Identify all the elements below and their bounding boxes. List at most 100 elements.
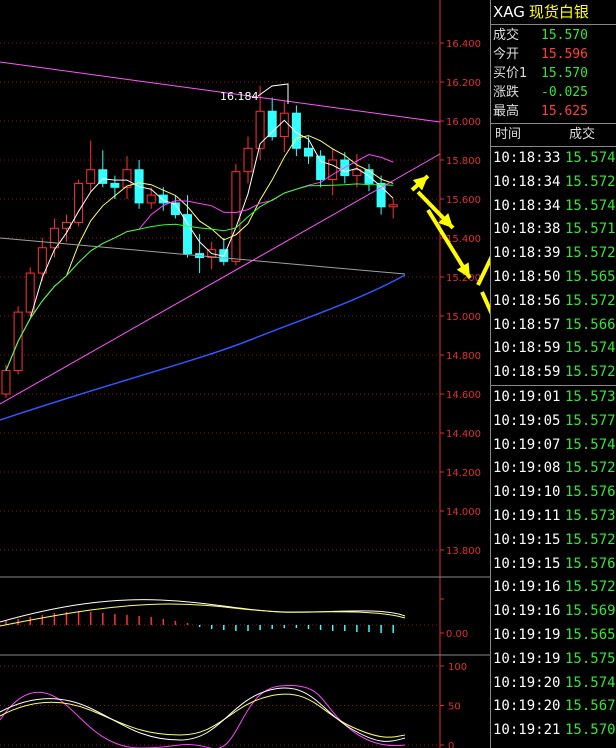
stat-label: 最高	[493, 104, 520, 119]
candle-body	[267, 110, 277, 138]
candle-body	[279, 112, 289, 138]
stat-value: 15.570	[541, 28, 588, 43]
tick-row: 10:19:11 15.573	[491, 505, 616, 529]
price-axis-label: 16.200	[446, 78, 481, 89]
tick-price: 15.572	[565, 292, 616, 309]
kdj-axis-label: 0	[448, 741, 454, 748]
instrument-code: XAG	[493, 3, 525, 21]
quote-stats: 成交 15.570 今开 15.596 买价1 15.570 涨跌 -0.025 最高 1…	[491, 25, 616, 124]
macd-axis-label: 0.00	[446, 629, 468, 640]
candle-body	[388, 204, 398, 208]
stat-open: 今开 15.596	[491, 45, 616, 64]
tick-row: 10:18:59 15.574	[491, 337, 616, 361]
tick-time: 10:18:34	[493, 173, 561, 190]
quote-panel: XAG 现货白银 成交 15.570 今开 15.596 买价1 15.570 涨跌 -0…	[490, 0, 616, 748]
tick-row: 10:19:01 15.573	[491, 384, 616, 410]
price-axis-label: 15.200	[446, 273, 481, 284]
tick-price: 15.572	[565, 364, 616, 381]
price-axis-label: 13.800	[446, 546, 481, 557]
tick-price: 15.575	[565, 650, 616, 667]
tick-price: 15.572	[565, 579, 616, 596]
tick-time: 10:18:59	[493, 340, 561, 357]
tick-row: 10:19:19 15.575	[491, 648, 616, 672]
tick-price: 15.576	[565, 555, 616, 572]
tick-price: 15.570	[565, 722, 616, 739]
stat-change: 涨跌 -0.025	[491, 83, 616, 102]
price-axis-label: 15.800	[446, 156, 481, 167]
candle-body	[158, 194, 168, 204]
tick-price: 15.572	[565, 173, 616, 190]
price-axis-label: 14.000	[446, 507, 481, 518]
tick-row: 10:19:16 15.569	[491, 600, 616, 624]
tick-row: 10:19:16 15.572	[491, 576, 616, 600]
tick-price: 15.574	[565, 674, 616, 691]
candle-body	[49, 227, 59, 249]
price-axis-label: 15.000	[446, 312, 481, 323]
tick-time: 10:19:08	[493, 460, 561, 477]
candle-body	[255, 110, 265, 149]
tick-time: 10:19:11	[493, 507, 561, 524]
tick-price: 15.572	[565, 460, 616, 477]
stat-value: 15.596	[541, 47, 588, 62]
tick-row: 10:19:10 15.576	[491, 481, 616, 505]
ma-line-gray	[0, 237, 406, 275]
tick-time: 10:19:19	[493, 650, 561, 667]
tick-row: 10:19:07 15.574	[491, 434, 616, 458]
instrument-name: 现货白银	[528, 3, 589, 21]
price-axis-label: 15.400	[446, 234, 481, 245]
candle-body	[37, 247, 47, 274]
tick-price: 15.573	[565, 507, 616, 524]
price-axis-label: 16.000	[446, 117, 481, 128]
tick-price: 15.572	[565, 531, 616, 548]
tick-time: 10:18:33	[493, 150, 561, 166]
tick-time: 10:18:38	[493, 221, 561, 238]
tick-row: 10:18:33 15.574	[491, 147, 616, 171]
tick-price: 15.576	[565, 484, 616, 501]
tick-price: 15.572	[565, 245, 616, 262]
candle-body	[183, 214, 192, 255]
stat-value: 15.625	[541, 104, 588, 119]
tick-row: 10:19:21 15.570	[491, 719, 616, 743]
tick-row: 10:18:50 15.565	[491, 266, 616, 290]
kline-chart-svg[interactable]: 16.400 16.200 16.000 15.800 15.600 15.400 15.2…	[0, 0, 490, 748]
tick-price: 15.566	[565, 316, 616, 333]
annotation-arrow-5	[480, 291, 490, 315]
price-axis-label: 14.200	[446, 468, 481, 479]
tick-price: 15.571	[565, 221, 616, 238]
stat-label: 涨跌	[493, 85, 520, 100]
tick-time: 10:19:15	[493, 555, 561, 572]
price-axis-label: 14.400	[446, 429, 481, 440]
kdj-axis-label: 100	[448, 662, 467, 673]
tick-time: 10:19:10	[493, 484, 561, 501]
kdj-k-line	[0, 687, 406, 742]
tick-time: 10:18:34	[493, 197, 561, 214]
stat-high: 最高 15.625	[491, 102, 616, 121]
stat-bid: 买价1 15.570	[491, 64, 616, 83]
candle-body	[86, 169, 96, 184]
tick-time: 10:19:05	[493, 412, 561, 429]
tick-price: 15.574	[565, 150, 616, 166]
tick-price: 15.574	[565, 436, 616, 453]
stat-value: -0.025	[541, 85, 588, 100]
tick-price: 15.567	[565, 698, 616, 715]
high-label: 16.184	[220, 90, 259, 103]
tick-price: 15.574	[565, 340, 616, 357]
price-axis-label: 14.800	[446, 351, 481, 362]
candle-body	[110, 182, 120, 188]
tick-time: 10:19:19	[493, 626, 561, 643]
candle-body	[231, 171, 241, 262]
kdj-axis-label: 50	[448, 702, 461, 713]
tick-row: 10:18:34 15.572	[491, 171, 616, 195]
stat-label: 今开	[493, 47, 520, 62]
ticks-header: 时间 成交	[491, 124, 616, 147]
kline-chart-area[interactable]: 16.400 16.200 16.000 15.800 15.600 15.400 15.2…	[0, 0, 490, 748]
ticks-header-time: 时间	[495, 127, 522, 142]
price-axis-label: 15.600	[446, 195, 481, 206]
tick-row: 10:18:34 15.574	[491, 195, 616, 219]
tick-row: 10:19:15 15.576	[491, 553, 616, 577]
tick-list[interactable]: 10:18:33 15.574 10:18:34 15.572 10:18:34 15.5…	[491, 147, 616, 743]
ma-line-green	[5, 183, 394, 371]
tick-price: 15.577	[565, 412, 616, 429]
tick-price: 15.573	[565, 388, 616, 405]
stat-label: 买价1	[493, 66, 528, 81]
